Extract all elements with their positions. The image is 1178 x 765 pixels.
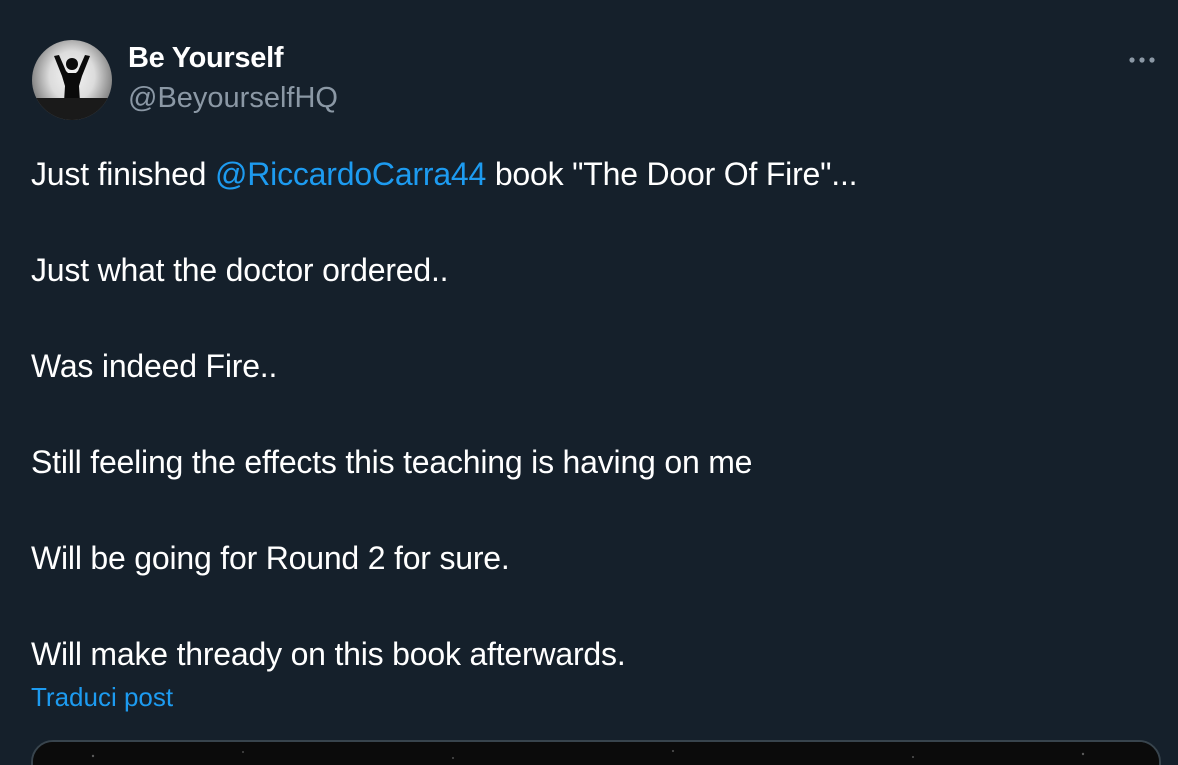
translate-post-link[interactable]: Traduci post <box>31 682 173 713</box>
post-text-segment: book "The Door Of Fire"... <box>486 156 858 192</box>
post-line: Will be going for Round 2 for sure. <box>31 540 510 576</box>
post-line: Will make thready on this book afterward… <box>31 636 626 672</box>
author-display-name[interactable]: Be Yourself <box>128 42 283 75</box>
mention-link[interactable]: @RiccardoCarra44 <box>215 156 486 192</box>
author-handle[interactable]: @BeyourselfHQ <box>128 82 338 115</box>
media-image <box>33 742 1159 765</box>
avatar-silhouette-image <box>32 55 112 120</box>
post-line: Still feeling the effects this teaching … <box>31 444 753 480</box>
post-line: Was indeed Fire.. <box>31 348 278 384</box>
avatar[interactable] <box>32 40 112 120</box>
more-horizontal-icon <box>1129 57 1155 63</box>
more-options-button[interactable] <box>1126 46 1162 74</box>
tweet-card: Be Yourself @BeyourselfHQ Just finished … <box>0 0 1178 765</box>
post-text: Just finished @RiccardoCarra44 book "The… <box>31 150 1151 678</box>
post-line: Just what the doctor ordered.. <box>31 252 449 288</box>
post-text-segment: Just finished <box>31 156 215 192</box>
post-line: Just finished @RiccardoCarra44 book "The… <box>31 150 1151 198</box>
attached-media[interactable] <box>31 740 1161 765</box>
